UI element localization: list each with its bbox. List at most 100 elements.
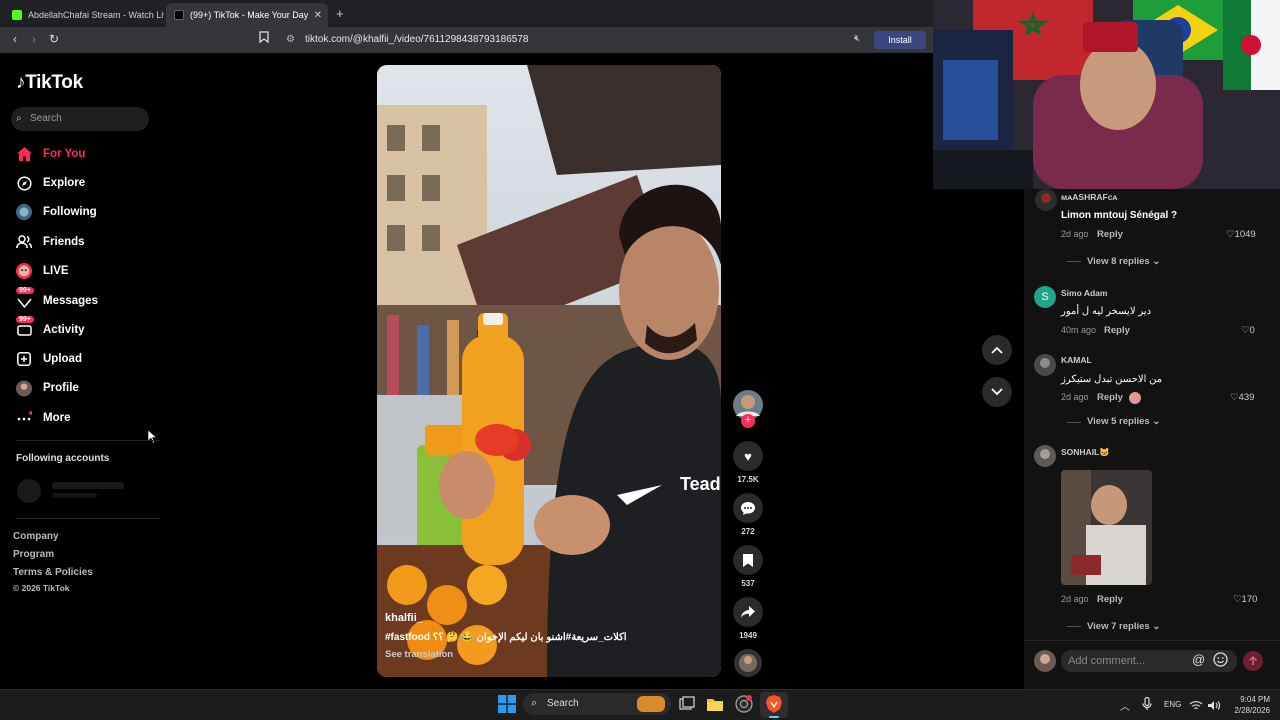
sidebar-item-label: Profile [43, 382, 79, 394]
tiktok-logo[interactable]: ♪TikTok [16, 72, 83, 94]
mention-icon[interactable]: @ [1192, 652, 1205, 667]
sidebar-item-for-you[interactable]: For You [16, 144, 85, 164]
sidebar-item-label: LIVE [43, 265, 69, 277]
sidebar-item-upload[interactable]: Upload [16, 349, 82, 369]
active-indicator [769, 716, 779, 718]
wifi-icon[interactable] [1189, 698, 1203, 716]
address-bar[interactable]: ⚙ tiktok.com/@khalfii_/video/76112984387… [280, 30, 920, 50]
comment-time: 40m ago [1061, 325, 1097, 335]
sidebar-item-friends[interactable]: Friends [16, 232, 85, 252]
windows-start-icon[interactable] [498, 695, 516, 713]
like-action[interactable]: ♥ 17.5K [733, 441, 763, 484]
comment-username[interactable]: SONHAIL🐱 [1061, 447, 1110, 458]
comment-like-count: 170 [1241, 594, 1258, 605]
add-comment-input[interactable]: Add comment... [1061, 650, 1237, 672]
footer-company-link[interactable]: Company [13, 531, 59, 542]
sidebar-search[interactable]: ⌕ Search [11, 107, 149, 131]
sidebar-item-more[interactable]: More [16, 408, 70, 428]
divider [16, 440, 160, 441]
bookmark-icon[interactable] [733, 545, 763, 575]
brave-app-active[interactable] [760, 692, 788, 718]
sidebar-item-activity[interactable]: 99+ Activity [16, 316, 85, 340]
view-replies-button[interactable]: View 7 replies ⌄ [1087, 621, 1160, 632]
forward-icon[interactable]: › [26, 31, 42, 47]
footer-program-link[interactable]: Program [13, 549, 54, 560]
comment-like-count: 1049 [1234, 229, 1256, 240]
chevron-up-icon[interactable]: ︿ [1120, 698, 1130, 713]
bookmark-icon[interactable] [256, 31, 272, 47]
new-tab-icon[interactable]: + [336, 6, 344, 21]
account-placeholder-line [52, 482, 124, 489]
view-replies-button[interactable]: View 5 replies ⌄ [1087, 416, 1160, 427]
mute-icon[interactable]: 🔇︎ [854, 33, 860, 44]
taskbar-search[interactable]: ⌕ Search [523, 693, 671, 715]
comment-action[interactable]: 272 [733, 493, 763, 536]
activity-badge: 99+ [16, 316, 34, 323]
sidebar-item-messages[interactable]: 99+ Messages [16, 287, 98, 311]
sidebar-item-live[interactable]: LIVE [16, 261, 69, 281]
site-info-icon[interactable]: ⚙ [286, 30, 295, 50]
chrome-app-icon[interactable] [735, 695, 753, 713]
previous-video-button[interactable] [982, 335, 1012, 365]
install-button[interactable]: Install [874, 31, 926, 49]
comment-username[interactable]: Simo Adam [1061, 288, 1107, 298]
video-player[interactable]: Tead [377, 65, 721, 677]
view-replies-label: View 7 replies [1087, 621, 1150, 632]
footer-terms-link[interactable]: Terms & Policies [13, 567, 93, 578]
comment-username[interactable]: ᴍᴀASHRAFᴄᴀ [1061, 192, 1117, 202]
music-disc-icon[interactable] [734, 649, 762, 682]
comment-reply-button[interactable]: Reply [1097, 392, 1123, 403]
sidebar-item-explore[interactable]: Explore [16, 173, 85, 193]
comment-avatar[interactable] [1034, 354, 1056, 381]
comment-avatar[interactable] [1035, 189, 1057, 216]
file-explorer-icon[interactable] [706, 695, 724, 713]
comment-like[interactable]: ♡170 [1233, 594, 1257, 605]
microphone-icon[interactable] [1142, 696, 1152, 716]
system-clock[interactable]: 9:04 PM 2/28/2026 [1226, 694, 1270, 716]
tab-stream[interactable]: AbdellahChafai Stream - Watch Live [4, 3, 164, 27]
divider [16, 518, 160, 519]
comment-icon[interactable] [733, 493, 763, 523]
comment-like[interactable]: ♡1049 [1226, 229, 1256, 240]
tab-label: (99+) TikTok - Make Your Day [190, 10, 309, 20]
comment-reply-button[interactable]: Reply [1097, 229, 1123, 240]
volume-icon[interactable] [1207, 698, 1221, 716]
comment-like-count: 0 [1249, 325, 1255, 336]
post-comment-button[interactable] [1243, 651, 1263, 671]
tab-tiktok[interactable]: (99+) TikTok - Make Your Day ✕ [166, 3, 328, 27]
next-video-button[interactable] [982, 377, 1012, 407]
emoji-icon[interactable] [1213, 652, 1228, 672]
back-icon[interactable]: ‹ [7, 31, 23, 47]
sidebar-item-label: Activity [43, 324, 85, 336]
creator-avatar[interactable]: + [733, 390, 763, 428]
follow-plus-icon[interactable]: + [741, 414, 755, 428]
home-icon [16, 146, 32, 162]
comment-text: دير لايسخر ليه ل أمور [1061, 306, 1152, 317]
tab-label: AbdellahChafai Stream - Watch Live [28, 10, 164, 20]
sidebar-item-profile[interactable]: Profile [16, 378, 79, 398]
comment-avatar[interactable] [1034, 445, 1056, 472]
mouse-cursor-icon [147, 429, 158, 448]
language-indicator[interactable]: ENG [1164, 700, 1181, 709]
comment-username[interactable]: KAMAL [1061, 355, 1092, 365]
heart-icon[interactable]: ♥ [733, 441, 763, 471]
sidebar-item-following[interactable]: Following [16, 202, 97, 222]
close-tab-icon[interactable]: ✕ [314, 10, 322, 21]
share-icon[interactable] [733, 597, 763, 627]
my-avatar[interactable] [1034, 650, 1056, 677]
comment-avatar[interactable]: S [1034, 286, 1056, 308]
comment-like[interactable]: ♡439 [1230, 392, 1254, 403]
task-view-icon[interactable] [678, 695, 696, 713]
comment-reply-button[interactable]: Reply [1097, 594, 1123, 605]
video-author[interactable]: khalfii_ [385, 612, 715, 624]
see-translation-link[interactable]: See translation [385, 649, 715, 660]
save-action[interactable]: 537 [733, 545, 763, 588]
comment-like[interactable]: ♡0 [1241, 325, 1255, 336]
share-action[interactable]: 1949 [733, 597, 763, 640]
tiktok-logo-icon: ♪ [16, 72, 26, 93]
comment-image[interactable] [1061, 470, 1152, 585]
comment-reply-button[interactable]: Reply [1104, 325, 1130, 336]
reload-icon[interactable]: ↻ [46, 31, 62, 47]
logo-text: TikTok [25, 72, 83, 93]
view-replies-button[interactable]: View 8 replies ⌄ [1087, 256, 1160, 267]
